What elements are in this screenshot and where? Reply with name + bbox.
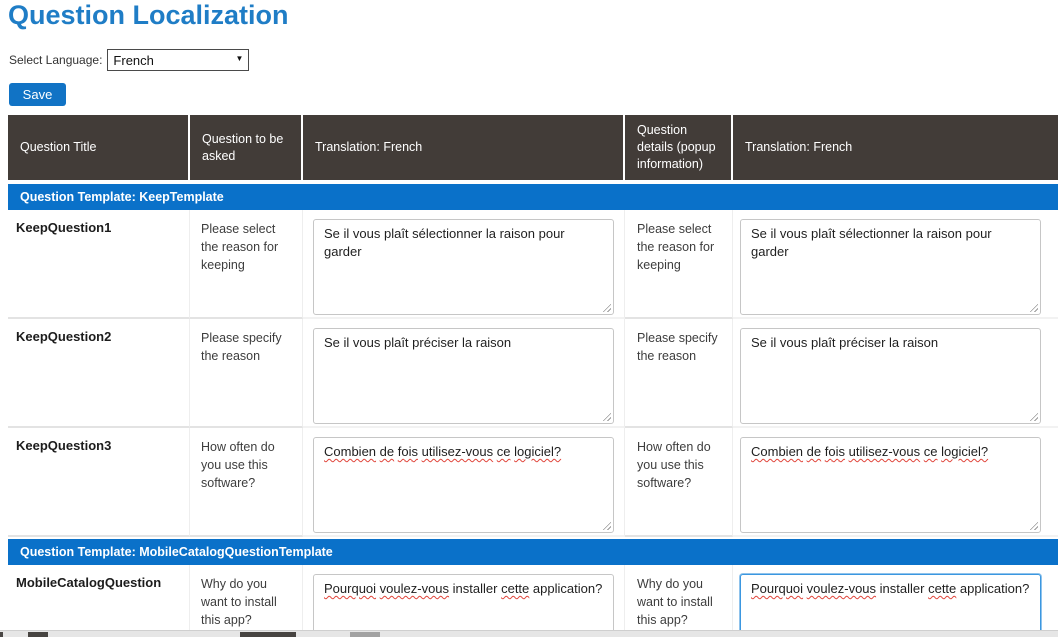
localization-table: Question Title Question to be asked Tran…: [8, 115, 1058, 637]
translation-word: Se il vous plaît préciser la raison: [324, 335, 511, 350]
resize-grip-icon[interactable]: [602, 412, 611, 421]
column-header-question-details: Question details (popup information): [625, 115, 733, 180]
question-row: KeepQuestion1Please select the reason fo…: [8, 210, 1058, 319]
question-text-cell: Please select the reason for keeping: [190, 210, 303, 319]
translation-word: Pourquoi: [751, 581, 803, 596]
language-select[interactable]: French: [107, 49, 249, 71]
column-header-details-translation-french: Translation: French: [733, 115, 1058, 180]
details-translation-textarea[interactable]: Se il vous plaît sélectionner la raison …: [740, 219, 1041, 315]
question-text-cell: Please specify the reason: [190, 319, 303, 428]
language-bar: Select Language: French ▼: [9, 49, 249, 71]
translation-textarea[interactable]: Combien de fois utilisez-vous ce logicie…: [313, 437, 614, 533]
details-translation-cell: Combien de fois utilisez-vous ce logicie…: [733, 428, 1058, 537]
translation-word: ce: [497, 444, 511, 459]
translation-word: Pourquoi: [324, 581, 376, 596]
translation-word: Combien: [751, 444, 803, 459]
details-translation-cell: Se il vous plaît sélectionner la raison …: [733, 210, 1058, 319]
question-title-cell: KeepQuestion2: [8, 319, 190, 428]
template-section-bar: Question Template: MobileCatalogQuestion…: [8, 539, 1058, 565]
translation-cell: Se il vous plaît sélectionner la raison …: [303, 210, 625, 319]
translation-cell: Combien de fois utilisez-vous ce logicie…: [303, 428, 625, 537]
translation-word: installer: [880, 581, 925, 596]
template-section-bar: Question Template: KeepTemplate: [8, 184, 1058, 210]
translation-word: fois: [398, 444, 418, 459]
translation-word: de: [807, 444, 821, 459]
taskbar-icon[interactable]: [240, 632, 296, 637]
translation-word: application?: [960, 581, 1029, 596]
translation-word: Combien: [324, 444, 376, 459]
translation-word: logiciel?: [514, 444, 561, 459]
translation-word: Se il vous plaît sélectionner la raison …: [324, 226, 565, 259]
question-title-cell: MobileCatalogQuestion: [8, 565, 190, 637]
question-title-cell: KeepQuestion3: [8, 428, 190, 537]
translation-word: cette: [928, 581, 956, 596]
translation-word: voulez-vous: [380, 581, 449, 596]
question-details-cell: How often do you use this software?: [625, 428, 733, 537]
question-row: KeepQuestion3How often do you use this s…: [8, 428, 1058, 537]
translation-word: ce: [924, 444, 938, 459]
page-title: Question Localization: [8, 0, 289, 31]
question-details-cell: Please specify the reason: [625, 319, 733, 428]
question-title-cell: KeepQuestion1: [8, 210, 190, 319]
details-translation-cell: Pourquoi voulez-vous installer cette app…: [733, 565, 1058, 637]
details-translation-textarea[interactable]: Se il vous plaît préciser la raison: [740, 328, 1041, 424]
save-button[interactable]: Save: [9, 83, 66, 106]
question-row: KeepQuestion2Please specify the reasonSe…: [8, 319, 1058, 428]
translation-word: logiciel?: [941, 444, 988, 459]
translation-textarea[interactable]: Pourquoi voulez-vous installer cette app…: [313, 574, 614, 637]
translation-textarea[interactable]: Se il vous plaît sélectionner la raison …: [313, 219, 614, 315]
resize-grip-icon[interactable]: [602, 303, 611, 312]
resize-grip-icon[interactable]: [1029, 412, 1038, 421]
translation-textarea[interactable]: Se il vous plaît préciser la raison: [313, 328, 614, 424]
question-row: MobileCatalogQuestionWhy do you want to …: [8, 565, 1058, 637]
question-text-cell: Why do you want to install this app?: [190, 565, 303, 637]
table-header-row: Question Title Question to be asked Tran…: [8, 115, 1058, 180]
question-details-cell: Why do you want to install this app?: [625, 565, 733, 637]
taskbar-icon[interactable]: [350, 632, 380, 637]
resize-grip-icon[interactable]: [1029, 521, 1038, 530]
translation-word: Se il vous plaît préciser la raison: [751, 335, 938, 350]
column-header-translation-french: Translation: French: [303, 115, 625, 180]
table-body: Question Template: KeepTemplateKeepQuest…: [8, 184, 1058, 637]
translation-word: cette: [501, 581, 529, 596]
translation-word: Se il vous plaît sélectionner la raison …: [751, 226, 992, 259]
translation-word: voulez-vous: [807, 581, 876, 596]
resize-grip-icon[interactable]: [1029, 303, 1038, 312]
translation-word: application?: [533, 581, 602, 596]
select-language-label: Select Language:: [9, 53, 102, 67]
column-header-question-to-be-asked: Question to be asked: [190, 115, 303, 180]
question-localization-page: Question Localization Select Language: F…: [0, 0, 1058, 637]
taskbar-strip: [0, 630, 1058, 637]
details-translation-textarea[interactable]: Pourquoi voulez-vous installer cette app…: [740, 574, 1041, 637]
language-select-wrap: French ▼: [107, 49, 249, 71]
translation-word: fois: [825, 444, 845, 459]
question-details-cell: Please select the reason for keeping: [625, 210, 733, 319]
taskbar-icon[interactable]: [28, 632, 48, 637]
translation-word: installer: [453, 581, 498, 596]
details-translation-cell: Se il vous plaît préciser la raison: [733, 319, 1058, 428]
translation-cell: Pourquoi voulez-vous installer cette app…: [303, 565, 625, 637]
column-header-question-title: Question Title: [8, 115, 190, 180]
translation-word: de: [380, 444, 394, 459]
translation-word: utilisez-vous: [422, 444, 494, 459]
translation-cell: Se il vous plaît préciser la raison: [303, 319, 625, 428]
details-translation-textarea[interactable]: Combien de fois utilisez-vous ce logicie…: [740, 437, 1041, 533]
resize-grip-icon[interactable]: [602, 521, 611, 530]
translation-word: utilisez-vous: [849, 444, 921, 459]
taskbar-icon[interactable]: [0, 632, 3, 637]
question-text-cell: How often do you use this software?: [190, 428, 303, 537]
